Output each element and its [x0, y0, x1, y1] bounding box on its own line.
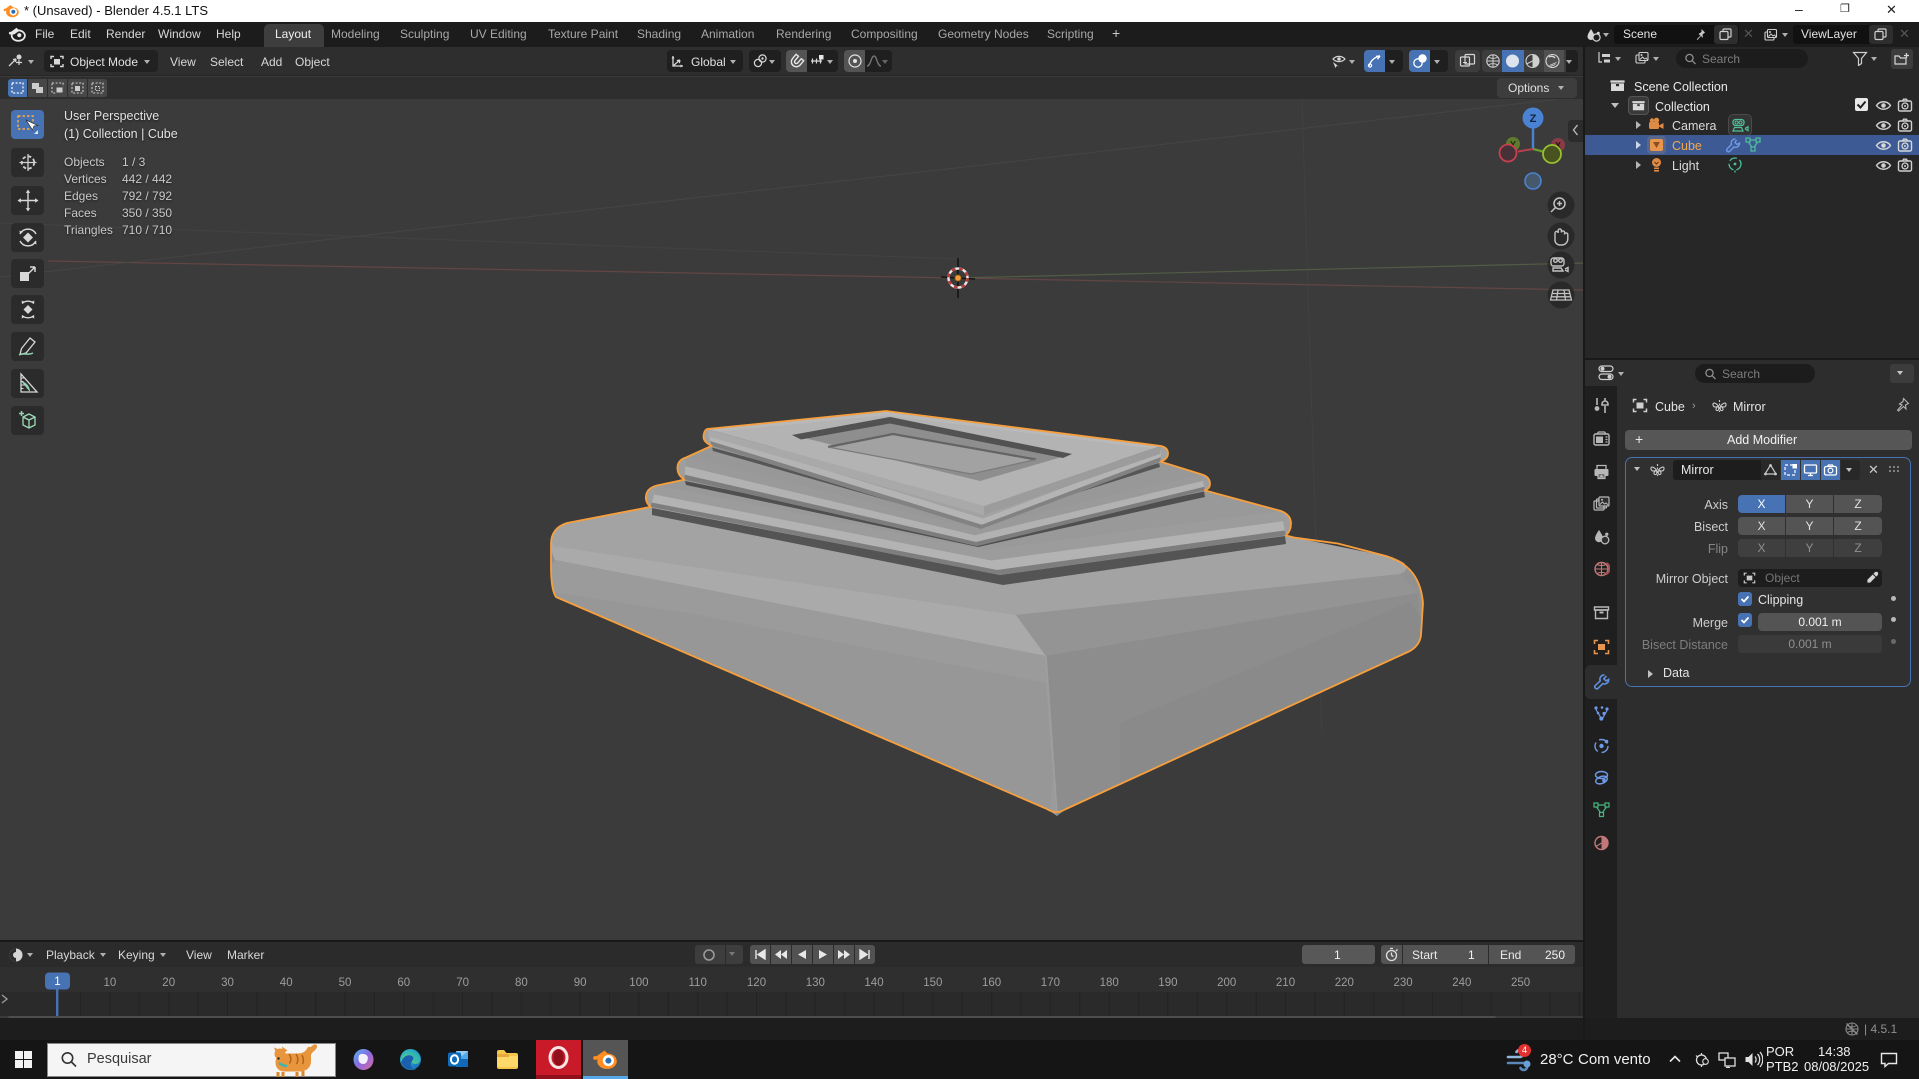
svg-text:220: 220 — [1335, 977, 1354, 989]
svg-text:100: 100 — [629, 977, 648, 989]
svg-text:120: 120 — [747, 977, 766, 989]
svg-text:140: 140 — [864, 977, 883, 989]
svg-text:160: 160 — [982, 977, 1001, 989]
svg-text:20: 20 — [162, 977, 175, 989]
svg-text:60: 60 — [397, 977, 410, 989]
svg-text:240: 240 — [1452, 977, 1471, 989]
svg-text:200: 200 — [1217, 977, 1236, 989]
svg-text:Z: Z — [1530, 113, 1537, 125]
svg-text:90: 90 — [574, 977, 587, 989]
svg-text:230: 230 — [1394, 977, 1413, 989]
svg-text:40: 40 — [280, 977, 293, 989]
svg-text:80: 80 — [515, 977, 528, 989]
svg-text:190: 190 — [1158, 977, 1177, 989]
svg-text:210: 210 — [1276, 977, 1295, 989]
svg-text:250: 250 — [1511, 977, 1530, 989]
svg-text:50: 50 — [339, 977, 352, 989]
svg-text:10: 10 — [104, 977, 117, 989]
svg-text:170: 170 — [1041, 977, 1060, 989]
svg-text:180: 180 — [1100, 977, 1119, 989]
svg-text:110: 110 — [689, 977, 707, 989]
svg-text:70: 70 — [456, 977, 469, 989]
svg-text:130: 130 — [806, 977, 825, 989]
svg-text:30: 30 — [221, 977, 234, 989]
svg-text:150: 150 — [923, 977, 942, 989]
svg-text:1: 1 — [54, 976, 60, 988]
